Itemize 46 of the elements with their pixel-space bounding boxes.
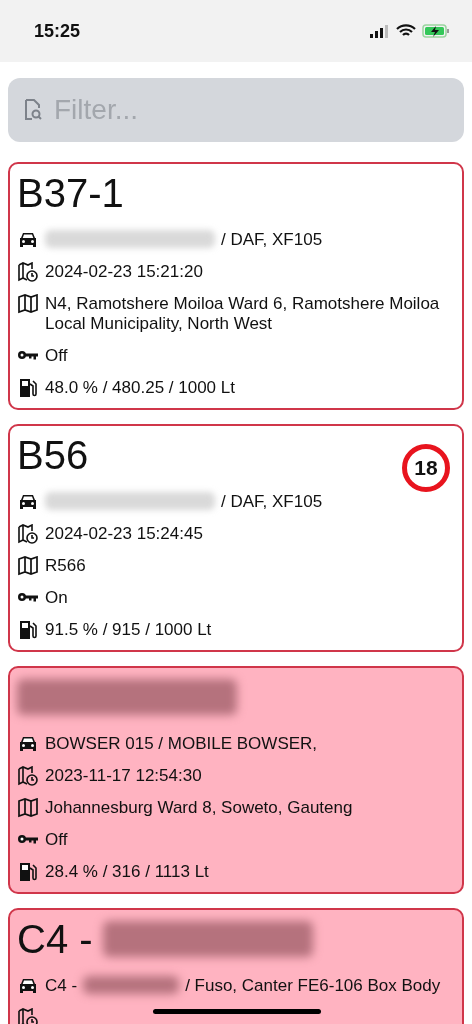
vehicle-card[interactable]: C4 - C4 - / Fuso, Canter FE6-106 Box Body — [8, 908, 464, 1024]
map-clock-icon — [17, 524, 39, 544]
address-text: Johannesburg Ward 8, Soweto, Gauteng — [45, 798, 353, 818]
wifi-icon — [396, 24, 416, 38]
map-icon — [17, 798, 39, 818]
car-icon — [17, 492, 39, 512]
vehicle-title: B37-1 — [17, 170, 124, 216]
key-icon — [17, 835, 39, 844]
map-clock-icon — [17, 262, 39, 282]
fuel-reading: 91.5 % / 915 / 1000 Lt — [45, 620, 212, 640]
vehicle-model: / DAF, XF105 — [221, 230, 323, 250]
speed-badge: 18 — [402, 444, 450, 492]
clock-time: 15:25 — [34, 20, 81, 42]
vehicle-title: B56 — [17, 432, 89, 478]
ignition-status: Off — [45, 346, 68, 366]
map-icon — [17, 294, 39, 314]
car-icon — [17, 230, 39, 250]
car-icon — [17, 976, 39, 996]
key-icon — [17, 351, 39, 360]
address-text: N4, Ramotshere Moiloa Ward 6, Ramotshere Moiloa Local Municipality, North West — [45, 294, 441, 334]
map-icon — [17, 556, 39, 576]
vehicle-card[interactable]: B37-1 / DAF, XF105 2024-02-23 15:21:20 N4, Ramotshere Moiloa Ward 6, Ramotshere Moiloa Local Municipality, North West Off 48.0 % / 480.25 / 1000 Lt — [8, 162, 464, 410]
vehicle-card[interactable]: B56 18 / DAF, XF105 2024-02-23 15:24:45 R566 On 91.5 % / 915 / 1000 Lt — [8, 424, 464, 652]
timestamp-text: 2023-11-17 12:54:30 — [45, 766, 202, 786]
document-search-icon — [24, 99, 42, 121]
vehicle-title: C4 - — [17, 916, 93, 962]
fuel-reading: 48.0 % / 480.25 / 1000 Lt — [45, 378, 235, 398]
key-icon — [17, 593, 39, 602]
vehicle-model: / DAF, XF105 — [221, 492, 323, 512]
car-icon — [17, 734, 39, 754]
ignition-status: On — [45, 588, 68, 608]
address-text: R566 — [45, 556, 86, 576]
timestamp-text: 2024-02-23 15:24:45 — [45, 524, 203, 544]
vehicle-model: / Fuso, Canter FE6-106 Box Body — [185, 976, 441, 996]
fuel-pump-icon — [17, 862, 39, 882]
fuel-reading: 28.4 % / 316 / 1113 Lt — [45, 862, 209, 882]
map-clock-icon — [17, 766, 39, 786]
timestamp-text: 2024-02-23 15:21:20 — [45, 262, 203, 282]
vehicle-name: BOWSER 015 / MOBILE BOWSER, — [45, 734, 318, 754]
signal-icon — [370, 24, 390, 38]
fuel-pump-icon — [17, 378, 39, 398]
vehicle-name: C4 - — [45, 976, 78, 996]
vehicle-card[interactable]: BOWSER 015 / MOBILE BOWSER, 2023-11-17 12:54:30 Johannesburg Ward 8, Soweto, Gauteng Off 28.4 % / 316 / 1113 Lt — [8, 666, 464, 894]
fuel-pump-icon — [17, 620, 39, 640]
ignition-status: Off — [45, 830, 68, 850]
map-clock-icon — [17, 1008, 39, 1024]
